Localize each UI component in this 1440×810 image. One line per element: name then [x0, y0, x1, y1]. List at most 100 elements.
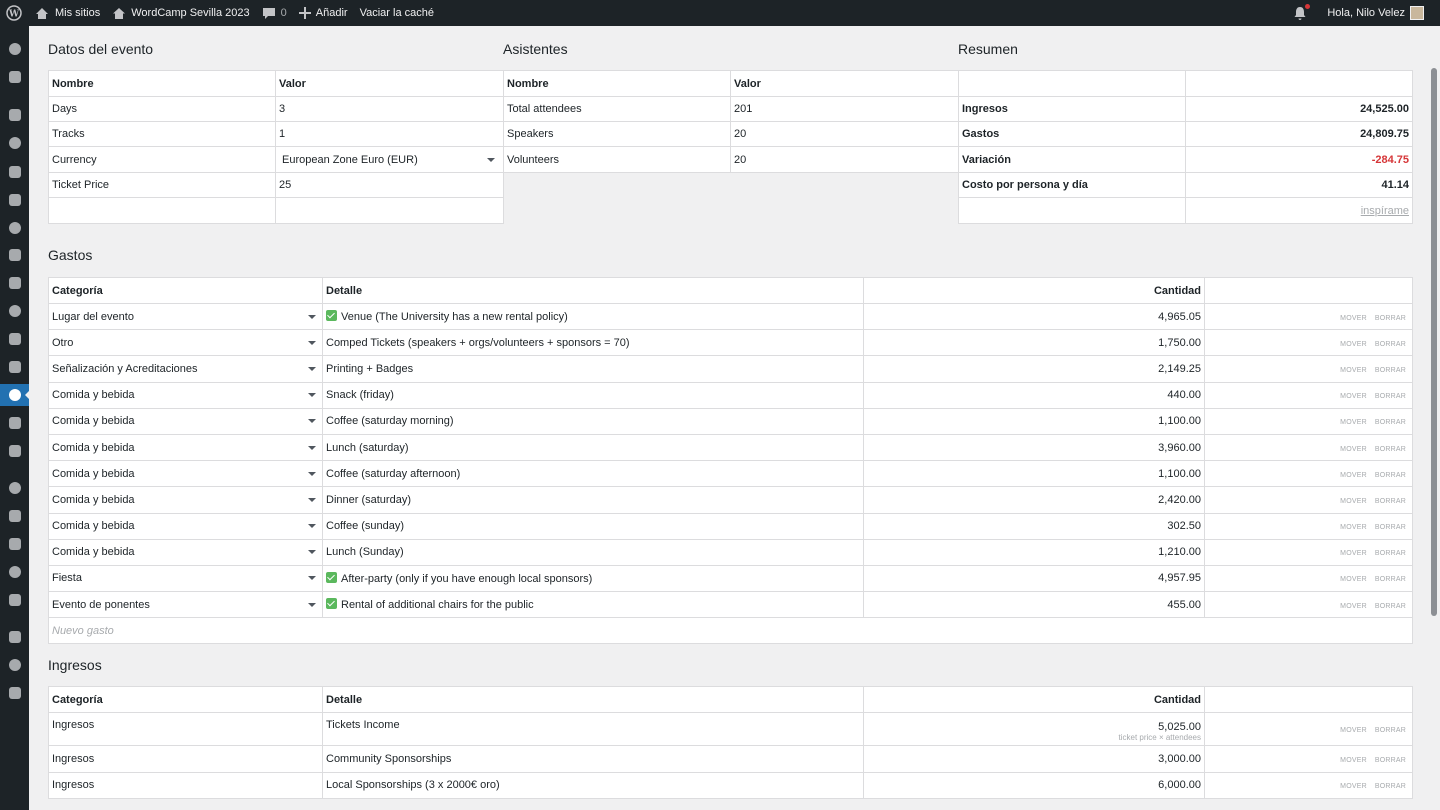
expense-amount-input[interactable]: 1,100.00 [863, 460, 1205, 488]
delete-button[interactable]: BORRAR [1375, 419, 1406, 426]
approved-check-icon[interactable] [326, 571, 337, 583]
move-button[interactable]: MOVER [1340, 576, 1367, 583]
expense-category-select[interactable]: Lugar del evento [48, 302, 323, 331]
expense-category-select[interactable]: Fiesta [48, 564, 323, 593]
delete-button[interactable]: BORRAR [1375, 472, 1406, 479]
expense-amount-input[interactable]: 2,420.00 [863, 486, 1205, 514]
income-detail-value[interactable]: Community Sponsorships [322, 745, 864, 773]
speakers-input[interactable]: 20 [730, 121, 959, 147]
approved-check-icon[interactable] [326, 598, 337, 610]
sidebar-item-layout[interactable] [0, 217, 29, 239]
volunteers-input[interactable]: 20 [730, 146, 959, 173]
expense-category-select[interactable]: Comida y bebida [48, 460, 323, 488]
move-button[interactable]: MOVER [1340, 341, 1367, 348]
sidebar-item-heart[interactable] [0, 244, 29, 266]
expense-detail-input[interactable]: Rental of additional chairs for the publ… [322, 591, 864, 619]
sidebar-item-sponsors[interactable] [0, 412, 29, 434]
expense-category-select[interactable]: Comida y bebida [48, 486, 323, 514]
expense-category-select[interactable]: Evento de ponentes [48, 591, 323, 619]
expense-amount-input[interactable]: 1,100.00 [863, 407, 1205, 435]
expense-detail-input[interactable]: Printing + Badges [322, 355, 864, 383]
move-button[interactable]: MOVER [1340, 524, 1367, 531]
sidebar-item-community[interactable] [0, 272, 29, 294]
expense-detail-input[interactable]: Dinner (saturday) [322, 486, 864, 514]
move-button[interactable]: MOVER [1340, 727, 1367, 734]
expense-amount-input[interactable]: 3,960.00 [863, 433, 1205, 462]
notifications-button[interactable] [1287, 0, 1313, 26]
flush-cache-link[interactable]: Vaciar la caché [354, 0, 440, 26]
approved-check-icon[interactable] [326, 310, 337, 322]
move-button[interactable]: MOVER [1340, 446, 1367, 453]
income-detail-value[interactable]: Local Sponsorships (3 x 2000€ oro) [322, 771, 864, 799]
new-content-menu[interactable]: Añadir [293, 0, 354, 26]
expense-amount-input[interactable]: 1,750.00 [863, 329, 1205, 357]
sidebar-item-budget[interactable] [0, 384, 30, 406]
income-amount-input[interactable]: 6,000.00 [1158, 779, 1201, 791]
sidebar-item-pages[interactable] [0, 161, 29, 183]
expense-detail-input[interactable]: Lunch (Sunday) [322, 538, 864, 566]
income-detail-value[interactable]: Tickets Income [322, 712, 864, 746]
expense-category-select[interactable]: Comida y bebida [48, 433, 323, 462]
move-button[interactable]: MOVER [1340, 472, 1367, 479]
expense-amount-input[interactable]: 1,210.00 [863, 538, 1205, 566]
sidebar-item-media[interactable] [0, 132, 29, 154]
sidebar-item-jetpack[interactable] [0, 66, 29, 88]
expense-detail-input[interactable]: Venue (The University has a new rental p… [322, 302, 864, 331]
total-attendees-input[interactable]: 201 [730, 96, 959, 122]
delete-button[interactable]: BORRAR [1375, 576, 1406, 583]
income-category-value[interactable]: Ingresos [48, 712, 323, 746]
sidebar-item-users[interactable] [0, 533, 29, 555]
expense-detail-input[interactable]: Coffee (sunday) [322, 512, 864, 540]
expense-amount-input[interactable]: 455.00 [863, 591, 1205, 619]
expense-amount-input[interactable]: 440.00 [863, 381, 1205, 409]
move-button[interactable]: MOVER [1340, 757, 1367, 764]
move-button[interactable]: MOVER [1340, 393, 1367, 400]
new-field-name-input[interactable] [48, 197, 276, 224]
income-amount-input[interactable]: 3,000.00 [1158, 753, 1201, 765]
comments-menu[interactable]: 0 [256, 0, 293, 26]
sidebar-item-tools[interactable] [0, 356, 29, 378]
days-input[interactable]: 3 [275, 96, 504, 122]
expense-amount-input[interactable]: 4,965.05 [863, 302, 1205, 331]
sidebar-item-settings[interactable] [0, 561, 29, 583]
sidebar-item-speakers[interactable] [0, 328, 29, 350]
expense-category-select[interactable]: Comida y bebida [48, 512, 323, 540]
sidebar-item-plugins[interactable] [0, 505, 29, 527]
my-sites-menu[interactable]: Mis sitios [28, 0, 106, 26]
delete-button[interactable]: BORRAR [1375, 603, 1406, 610]
delete-button[interactable]: BORRAR [1375, 498, 1406, 505]
sidebar-item-feedback[interactable] [0, 189, 29, 211]
expense-category-select[interactable]: Comida y bebida [48, 407, 323, 435]
delete-button[interactable]: BORRAR [1375, 367, 1406, 374]
ticket-price-input[interactable]: 25 [275, 172, 504, 198]
delete-button[interactable]: BORRAR [1375, 550, 1406, 557]
expense-category-select[interactable]: Señalización y Acreditaciones [48, 355, 323, 383]
expense-detail-input[interactable]: Snack (friday) [322, 381, 864, 409]
sidebar-item-edit[interactable] [0, 626, 29, 648]
sidebar-item-play[interactable] [0, 682, 29, 704]
sidebar-item-appearance[interactable] [0, 477, 29, 499]
expense-category-select[interactable]: Comida y bebida [48, 538, 323, 566]
move-button[interactable]: MOVER [1340, 315, 1367, 322]
my-account-menu[interactable]: Hola, Nilo Velez [1321, 0, 1440, 26]
expense-amount-input[interactable]: 4,957.95 [863, 564, 1205, 593]
wordpress-logo-icon[interactable]: W [0, 0, 28, 26]
sidebar-item-folder[interactable] [0, 440, 29, 462]
income-category-value[interactable]: Ingresos [48, 771, 323, 799]
scrollbar-thumb[interactable] [1431, 68, 1437, 616]
sidebar-item-posts[interactable] [0, 104, 29, 126]
inspire-me-link[interactable]: inspírame [1361, 205, 1409, 217]
move-button[interactable]: MOVER [1340, 783, 1367, 790]
site-name-menu[interactable]: WordCamp Sevilla 2023 [106, 0, 255, 26]
sidebar-item-comments[interactable] [0, 300, 29, 322]
expense-amount-input[interactable]: 302.50 [863, 512, 1205, 540]
delete-button[interactable]: BORRAR [1375, 393, 1406, 400]
move-button[interactable]: MOVER [1340, 550, 1367, 557]
income-amount-input[interactable]: 5,025.00 [1158, 721, 1201, 733]
delete-button[interactable]: BORRAR [1375, 446, 1406, 453]
income-category-value[interactable]: Ingresos [48, 745, 323, 773]
move-button[interactable]: MOVER [1340, 419, 1367, 426]
expense-detail-input[interactable]: Lunch (saturday) [322, 433, 864, 462]
expense-detail-input[interactable]: Coffee (saturday morning) [322, 407, 864, 435]
sidebar-item-share[interactable] [0, 654, 29, 676]
